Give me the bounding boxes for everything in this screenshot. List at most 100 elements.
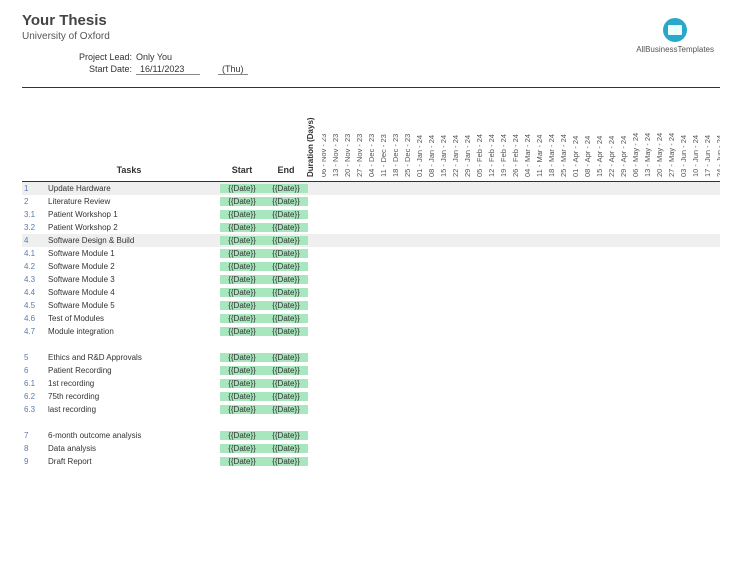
task-row[interactable]: 6Patient Recording{{Date}}{{Date}} (22, 364, 322, 377)
task-end[interactable]: {{Date}} (264, 431, 308, 440)
gantt-row (322, 455, 720, 468)
gantt-row (322, 260, 720, 273)
task-name: 6-month outcome analysis (38, 431, 220, 440)
task-row[interactable]: 4.2Software Module 2{{Date}}{{Date}} (22, 260, 322, 273)
task-start[interactable]: {{Date}} (220, 444, 264, 453)
gantt-date-header: 06 - Nov - 2313 - Nov - 2320 - Nov - 232… (322, 88, 720, 182)
task-end[interactable]: {{Date}} (264, 457, 308, 466)
task-id: 4.3 (22, 275, 38, 284)
task-name: 1st recording (38, 379, 220, 388)
task-start[interactable]: {{Date}} (220, 379, 264, 388)
task-start[interactable]: {{Date}} (220, 236, 264, 245)
gantt-row (322, 195, 720, 208)
task-end[interactable]: {{Date}} (264, 405, 308, 414)
task-start[interactable]: {{Date}} (220, 353, 264, 362)
task-end[interactable]: {{Date}} (264, 392, 308, 401)
task-row[interactable]: 76-month outcome analysis{{Date}}{{Date}… (22, 429, 322, 442)
task-row[interactable]: 1Update Hardware{{Date}}{{Date}} (22, 182, 322, 195)
task-row[interactable]: 4.7Module integration{{Date}}{{Date}} (22, 325, 322, 338)
task-end[interactable]: {{Date}} (264, 184, 308, 193)
task-row[interactable]: 4.6Test of Modules{{Date}}{{Date}} (22, 312, 322, 325)
task-row[interactable]: 4.3Software Module 3{{Date}}{{Date}} (22, 273, 322, 286)
task-id: 2 (22, 197, 38, 206)
task-end[interactable]: {{Date}} (264, 288, 308, 297)
task-row[interactable]: 4Software Design & Build{{Date}}{{Date}} (22, 234, 322, 247)
task-row[interactable]: 4.5Software Module 5{{Date}}{{Date}} (22, 299, 322, 312)
task-start[interactable]: {{Date}} (220, 184, 264, 193)
table-header-left: Tasks Start End Duration (Days) (22, 88, 322, 182)
task-start[interactable]: {{Date}} (220, 288, 264, 297)
task-start[interactable]: {{Date}} (220, 275, 264, 284)
task-id: 5 (22, 353, 38, 362)
task-id: 4.7 (22, 327, 38, 336)
gantt-row (322, 247, 720, 260)
task-end[interactable]: {{Date}} (264, 379, 308, 388)
task-row[interactable]: 9Draft Report{{Date}}{{Date}} (22, 455, 322, 468)
col-end: End (264, 165, 308, 181)
task-row[interactable]: 4.4Software Module 4{{Date}}{{Date}} (22, 286, 322, 299)
task-row[interactable]: 2Literature Review{{Date}}{{Date}} (22, 195, 322, 208)
task-end[interactable]: {{Date}} (264, 301, 308, 310)
task-start[interactable]: {{Date}} (220, 249, 264, 258)
task-end[interactable]: {{Date}} (264, 275, 308, 284)
task-end[interactable]: {{Date}} (264, 197, 308, 206)
start-day: (Thu) (218, 64, 248, 75)
task-id: 1 (22, 184, 38, 193)
task-start[interactable]: {{Date}} (220, 366, 264, 375)
gantt-row (322, 390, 720, 403)
start-date-label: Start Date: (64, 64, 136, 74)
task-name: Draft Report (38, 457, 220, 466)
task-name: last recording (38, 405, 220, 414)
task-start[interactable]: {{Date}} (220, 392, 264, 401)
task-row[interactable]: 6.275th recording{{Date}}{{Date}} (22, 390, 322, 403)
task-start[interactable]: {{Date}} (220, 327, 264, 336)
task-id: 4.1 (22, 249, 38, 258)
task-start[interactable]: {{Date}} (220, 314, 264, 323)
task-end[interactable]: {{Date}} (264, 327, 308, 336)
spacer-row (22, 468, 322, 481)
task-name: Software Module 5 (38, 301, 220, 310)
task-start[interactable]: {{Date}} (220, 457, 264, 466)
task-end[interactable]: {{Date}} (264, 444, 308, 453)
task-id: 6 (22, 366, 38, 375)
col-duration: Duration (Days) (306, 117, 315, 177)
task-start[interactable]: {{Date}} (220, 431, 264, 440)
page-title: Your Thesis (22, 12, 720, 29)
task-id: 4.4 (22, 288, 38, 297)
task-row[interactable]: 5Ethics and R&D Approvals{{Date}}{{Date}… (22, 351, 322, 364)
task-start[interactable]: {{Date}} (220, 210, 264, 219)
gantt-row (322, 403, 720, 416)
task-start[interactable]: {{Date}} (220, 301, 264, 310)
task-end[interactable]: {{Date}} (264, 236, 308, 245)
globe-icon (663, 18, 687, 42)
task-end[interactable]: {{Date}} (264, 249, 308, 258)
task-id: 6.1 (22, 379, 38, 388)
gantt-row (322, 351, 720, 364)
task-end[interactable]: {{Date}} (264, 210, 308, 219)
task-start[interactable]: {{Date}} (220, 262, 264, 271)
task-end[interactable]: {{Date}} (264, 223, 308, 232)
task-end[interactable]: {{Date}} (264, 262, 308, 271)
task-row[interactable]: 6.11st recording{{Date}}{{Date}} (22, 377, 322, 390)
task-end[interactable]: {{Date}} (264, 366, 308, 375)
task-row[interactable]: 4.1Software Module 1{{Date}}{{Date}} (22, 247, 322, 260)
gantt-row (322, 221, 720, 234)
task-row[interactable]: 3.2Patient Workshop 2{{Date}}{{Date}} (22, 221, 322, 234)
gantt-row (322, 325, 720, 338)
date-column: 24 - Jun - 24 (718, 88, 720, 181)
start-date-value[interactable]: 16/11/2023 (136, 64, 200, 75)
task-start[interactable]: {{Date}} (220, 223, 264, 232)
task-end[interactable]: {{Date}} (264, 314, 308, 323)
task-row[interactable]: 3.1Patient Workshop 1{{Date}}{{Date}} (22, 208, 322, 221)
task-row[interactable]: 6.3last recording{{Date}}{{Date}} (22, 403, 322, 416)
task-start[interactable]: {{Date}} (220, 197, 264, 206)
task-name: Software Design & Build (38, 236, 220, 245)
task-id: 6.2 (22, 392, 38, 401)
task-row[interactable]: 8Data analysis{{Date}}{{Date}} (22, 442, 322, 455)
task-id: 7 (22, 431, 38, 440)
task-name: Data analysis (38, 444, 220, 453)
task-id: 3.1 (22, 210, 38, 219)
gantt-row (322, 273, 720, 286)
task-end[interactable]: {{Date}} (264, 353, 308, 362)
task-start[interactable]: {{Date}} (220, 405, 264, 414)
